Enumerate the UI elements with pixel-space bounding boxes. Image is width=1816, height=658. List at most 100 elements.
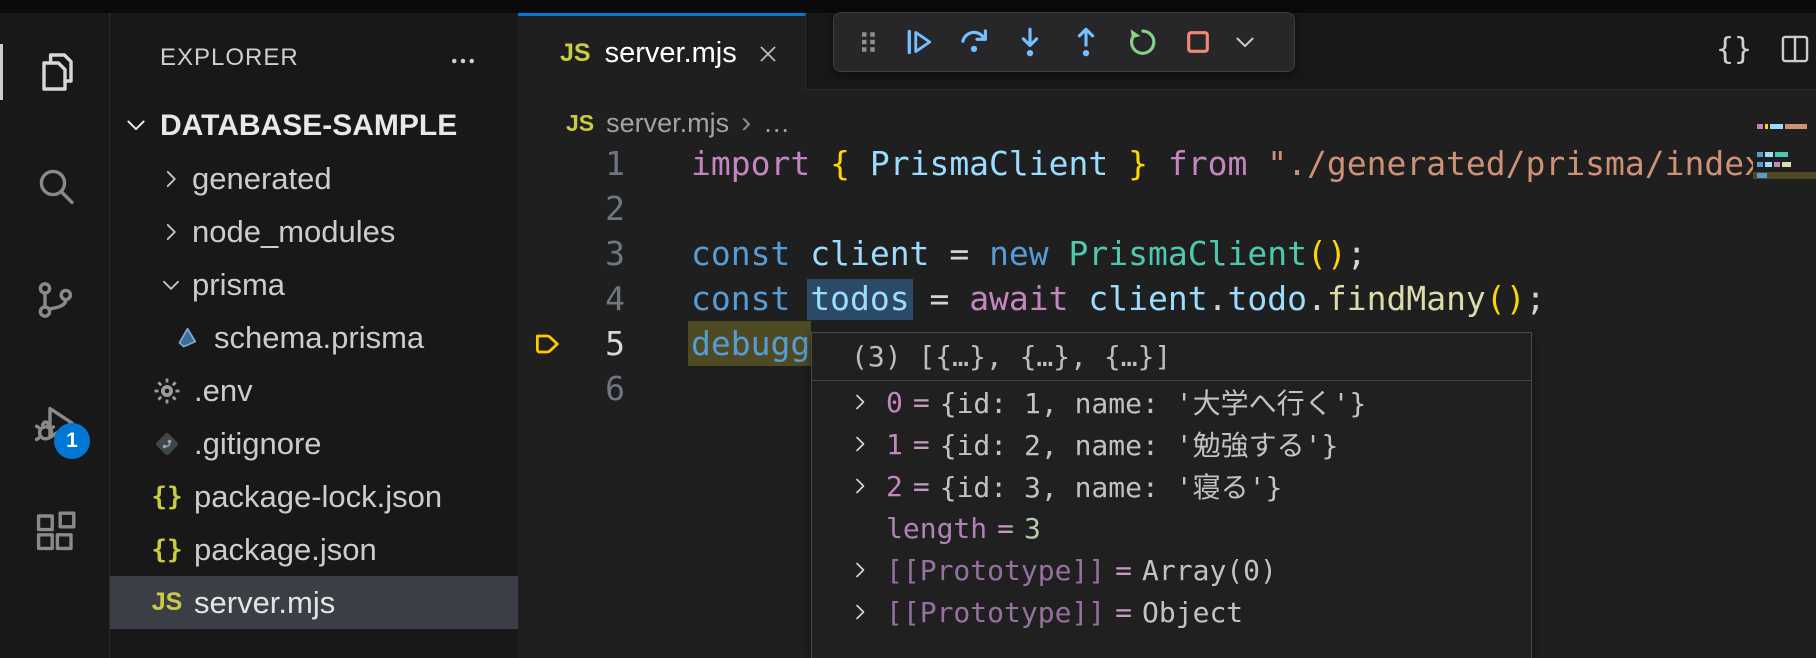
code-token: [969, 234, 989, 273]
drag-handle-button[interactable]: [846, 18, 890, 66]
code-line-2: [518, 186, 1816, 231]
chevron-right-icon[interactable]: [848, 432, 872, 456]
code-token: [810, 144, 830, 183]
chevron-right-icon[interactable]: [848, 474, 872, 498]
code-token: }: [1128, 144, 1148, 183]
code-token: client: [1088, 279, 1207, 318]
tree-item-label: package-lock.json: [194, 479, 442, 515]
js-file-icon: JS: [560, 39, 591, 68]
editor-actions: {}: [1716, 26, 1816, 72]
code-token: from: [1168, 144, 1247, 183]
code-token: [790, 234, 810, 273]
split-editor-icon[interactable]: [1778, 32, 1812, 66]
popup-row-length[interactable]: length=3: [812, 507, 1531, 549]
tree-item-generated[interactable]: generated: [110, 152, 518, 205]
explorer-sidebar: EXPLORER DATABASE-SAMPLE generatednode_m…: [110, 13, 518, 658]
code-token: await: [969, 279, 1068, 318]
popup-var-name: [[Prototype]]: [886, 596, 1105, 629]
restart-icon: [1124, 24, 1160, 60]
code-token: [1069, 279, 1089, 318]
chevron-down-icon: [158, 272, 184, 298]
activity-item-extensions[interactable]: [0, 484, 109, 580]
tree-item-label: node_modules: [192, 214, 395, 250]
code-token: .: [1208, 279, 1228, 318]
code-token: .: [1307, 279, 1327, 318]
close-icon[interactable]: [755, 41, 781, 67]
braces-icon[interactable]: {}: [1716, 32, 1752, 67]
restart-button[interactable]: [1114, 18, 1170, 66]
tree-item--env[interactable]: .env: [110, 364, 518, 417]
code-token: {: [830, 144, 850, 183]
popup-var-name: 2: [886, 470, 903, 503]
minimap[interactable]: [1753, 118, 1816, 268]
popup-var-value: {id: 2, name: '勉強する'}: [940, 424, 1339, 464]
popup-row-2[interactable]: 2={id: 3, name: '寝る'}: [812, 465, 1531, 507]
popup-var-name: 1: [886, 428, 903, 461]
stop-button[interactable]: [1170, 18, 1226, 66]
popup-var-value: Object: [1142, 596, 1243, 629]
more-button[interactable]: [1226, 18, 1264, 66]
chevron-right-icon: [158, 166, 184, 192]
chevron-right-icon[interactable]: [848, 558, 872, 582]
code-token: debugg: [691, 324, 810, 363]
step-into-icon: [1012, 24, 1048, 60]
code-token: client: [810, 234, 929, 273]
debug-toolbar: [833, 12, 1295, 72]
code-token: [1049, 234, 1069, 273]
tree-item--gitignore[interactable]: .gitignore: [110, 417, 518, 470]
tree-item-schema-prisma[interactable]: schema.prisma: [110, 311, 518, 364]
popup-var-name: 0: [886, 386, 903, 419]
code-token: todos: [810, 279, 909, 318]
activity-item-source-control[interactable]: [0, 252, 109, 348]
tab-server-mjs[interactable]: JS server.mjs: [518, 13, 806, 91]
popup-var-value: 3: [1024, 512, 1041, 545]
search-icon: [31, 163, 79, 211]
popup-row--prototype-[interactable]: [[Prototype]]=Array(0): [812, 549, 1531, 591]
equals-sign: =: [997, 512, 1014, 545]
tree-item-node-modules[interactable]: node_modules: [110, 205, 518, 258]
git-file-icon: [152, 429, 182, 459]
tab-label: server.mjs: [605, 37, 737, 70]
tree-item-label: generated: [192, 161, 332, 197]
activity-bar: 1: [0, 13, 110, 658]
code-token: [1148, 144, 1168, 183]
tree-item-label: .env: [194, 373, 253, 409]
tree-item-label: .gitignore: [194, 426, 322, 462]
tree-root-database-sample[interactable]: DATABASE-SAMPLE: [110, 100, 518, 152]
breadcrumb-file[interactable]: server.mjs: [606, 108, 729, 139]
step-over-button[interactable]: [946, 18, 1002, 66]
equals-sign: =: [1115, 596, 1132, 629]
more-actions-icon[interactable]: [448, 46, 478, 76]
equals-sign: =: [913, 470, 930, 503]
tree-item-label: package.json: [194, 532, 377, 568]
more-actions-icon[interactable]: [448, 46, 478, 76]
code-token: =: [949, 234, 969, 273]
activity-item-run-debug[interactable]: 1: [0, 375, 109, 471]
chevron-right-icon[interactable]: [848, 390, 872, 414]
breadcrumb-symbol[interactable]: …: [763, 108, 790, 139]
tree-item-package-lock-json[interactable]: {}package-lock.json: [110, 470, 518, 523]
code-token: [1247, 144, 1267, 183]
equals-sign: =: [913, 428, 930, 461]
popup-row--prototype-[interactable]: [[Prototype]] = Object: [812, 591, 1531, 633]
chevron-right-icon[interactable]: [848, 600, 872, 624]
activity-item-explorer[interactable]: [0, 24, 109, 120]
code-token: PrismaClient: [1069, 234, 1307, 273]
code-token: [850, 144, 870, 183]
popup-row-1[interactable]: 1 = {id: 2, name: '勉強する'}: [812, 423, 1531, 465]
code-token: [949, 279, 969, 318]
split-editor-icon[interactable]: [1778, 32, 1812, 66]
chevron-right-icon: [158, 219, 184, 245]
close-icon[interactable]: [755, 41, 781, 67]
popup-value-preview: (3) [{…}, {…}, {…}]: [812, 333, 1531, 381]
code-token: findMany: [1327, 279, 1486, 318]
step-into-button[interactable]: [1002, 18, 1058, 66]
tree-item-prisma[interactable]: prisma: [110, 258, 518, 311]
activity-item-search[interactable]: [0, 139, 109, 235]
step-out-button[interactable]: [1058, 18, 1114, 66]
continue-button[interactable]: [890, 18, 946, 66]
tree-item-server-mjs[interactable]: JSserver.mjs: [110, 576, 518, 629]
tree-item-package-json[interactable]: {}package.json: [110, 523, 518, 576]
tree-item-label: server.mjs: [194, 585, 335, 621]
popup-row-0[interactable]: 0={id: 1, name: '大学へ行く'}: [812, 381, 1531, 423]
